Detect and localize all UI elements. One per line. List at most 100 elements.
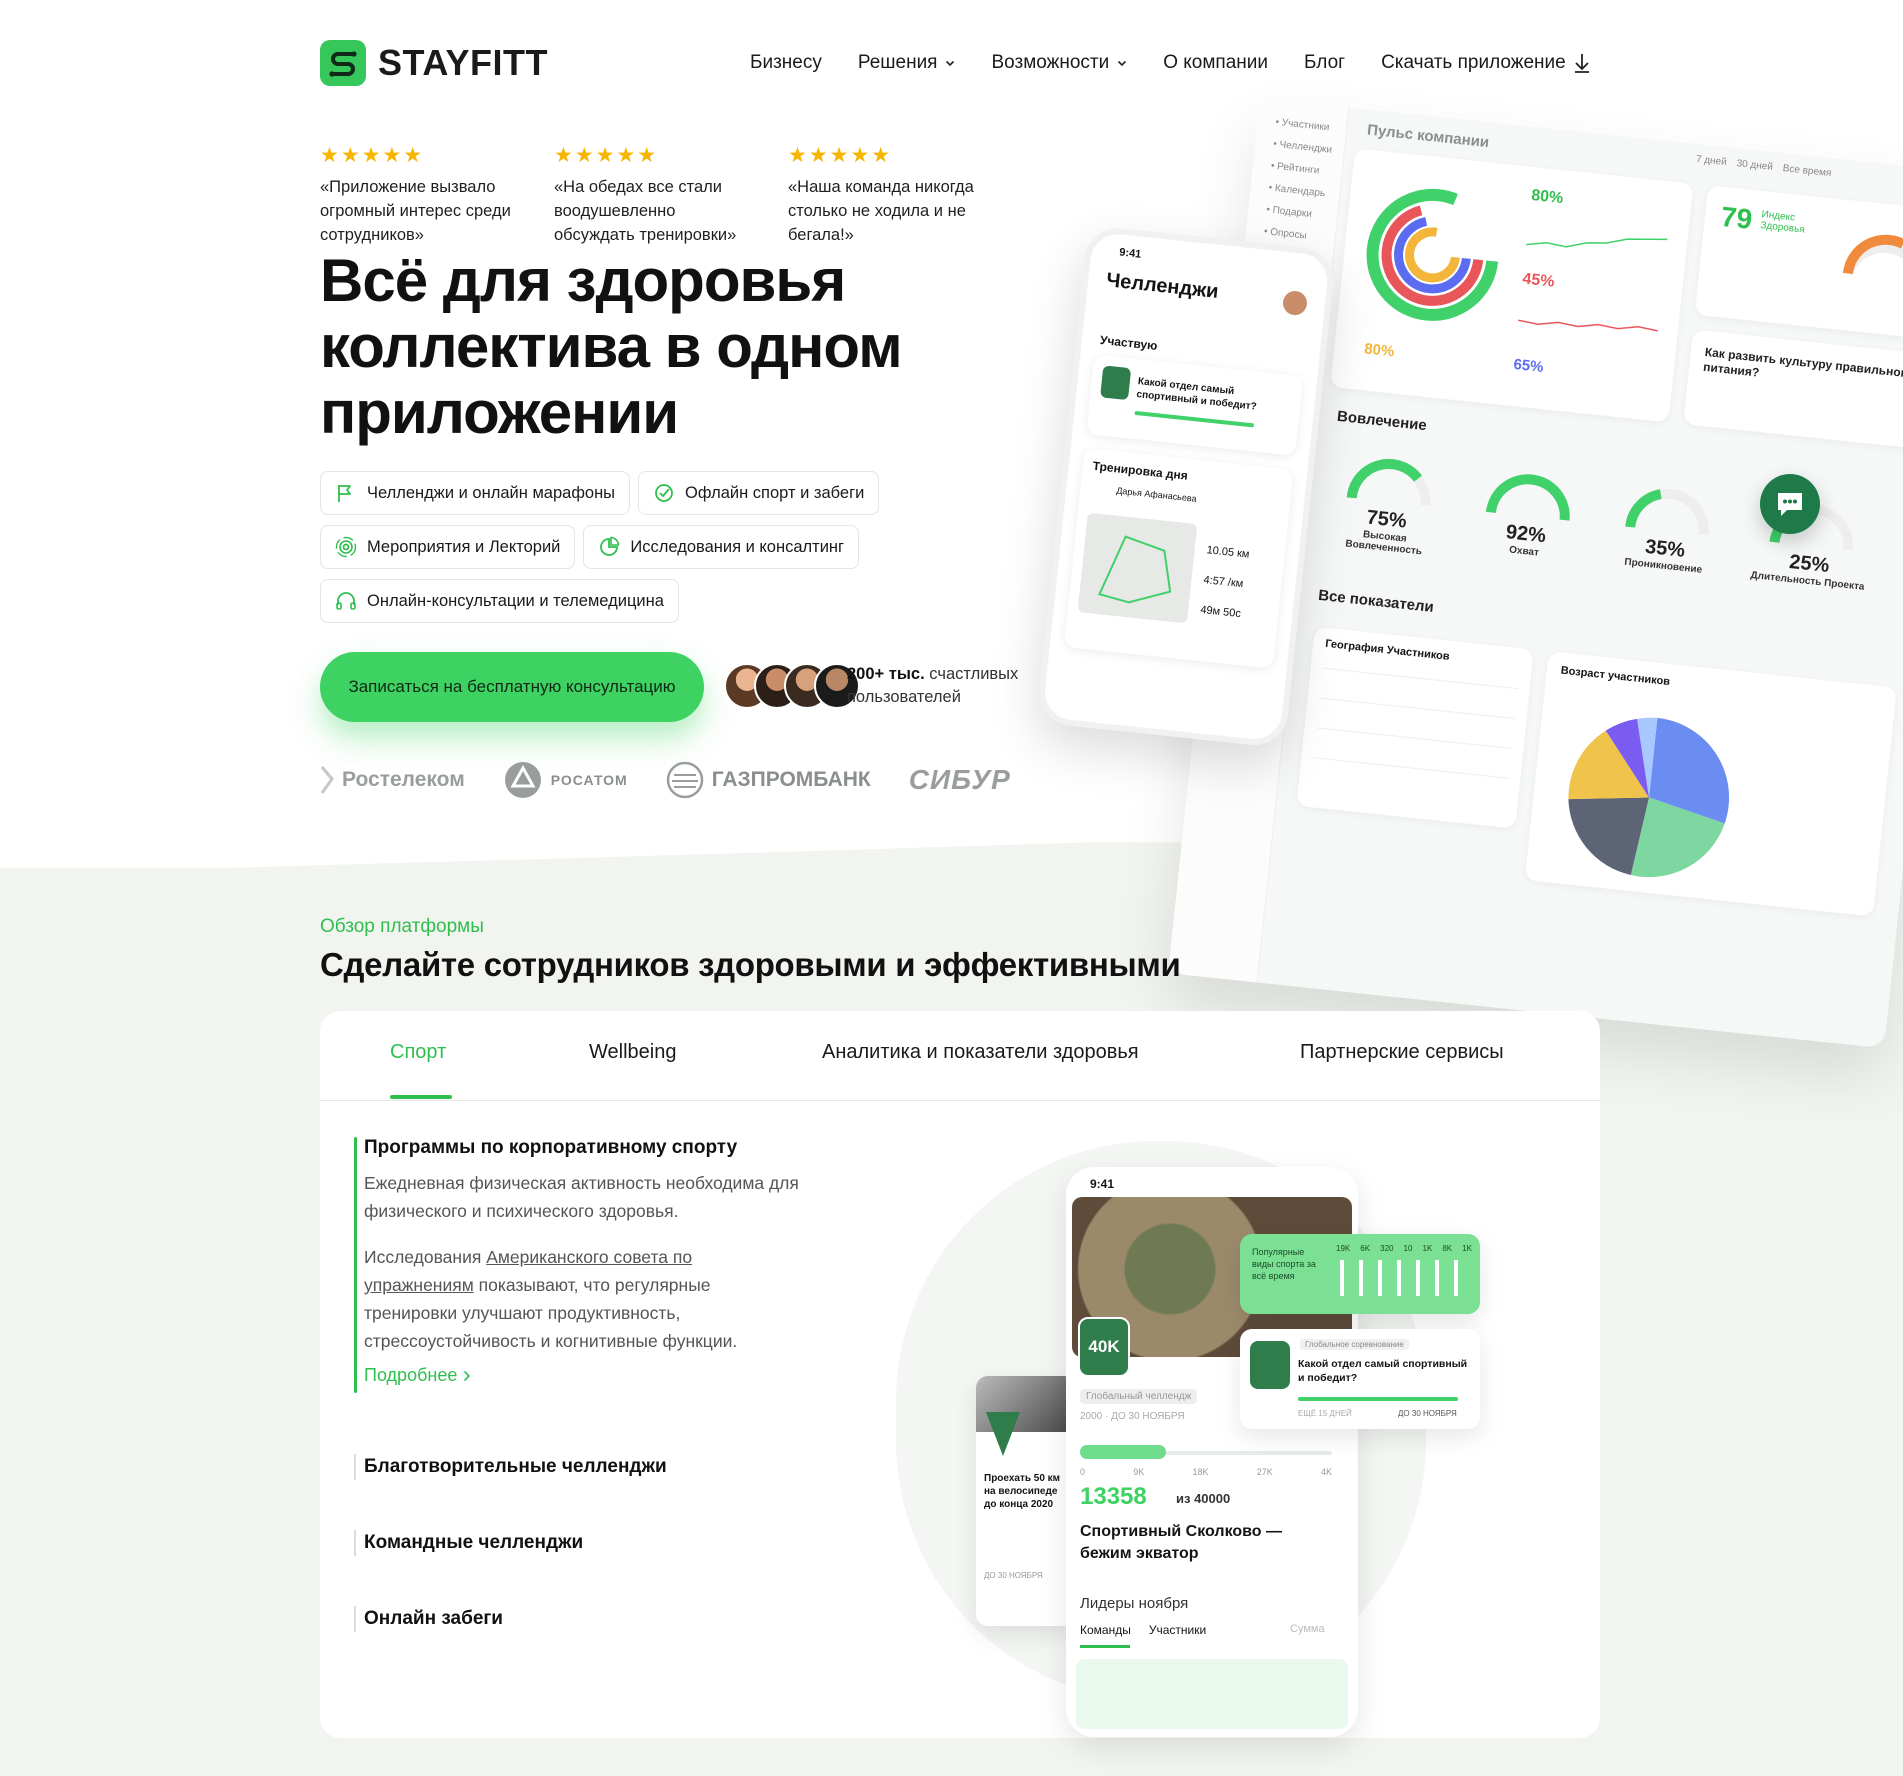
progress-fill	[1080, 1445, 1166, 1459]
activity-rings	[1366, 188, 1499, 321]
scale-tick: 0	[1080, 1467, 1086, 1477]
nav-label: Скачать приложение	[1381, 52, 1566, 73]
chevron-down-icon	[1118, 60, 1127, 67]
rosatom-mark-icon	[504, 762, 541, 798]
logo-mark-icon	[320, 40, 366, 86]
workout-card[interactable]: Тренировка дня Дарья Афанасьева 10.05 км…	[1064, 448, 1294, 669]
chevron-right-icon	[464, 1370, 471, 1381]
review-text: «Наша команда никогда столько не ходила …	[788, 178, 974, 244]
article-card[interactable]: Как развить культуру правильного питания…	[1683, 329, 1903, 450]
challenge-card[interactable]: Какой отдел самый спортивный и победит?	[1086, 354, 1303, 456]
partner-name: ГАЗПРОМБАНК	[711, 768, 871, 791]
chat-bubble-icon	[1778, 493, 1802, 516]
nav-item-solutions[interactable]: Решения	[858, 52, 956, 74]
competition-remaining: ЕЩЁ 15 ДНЕЙ	[1298, 1409, 1352, 1418]
challenge-goal: из 40000	[1176, 1491, 1231, 1506]
range-tab[interactable]: Все время	[1782, 163, 1832, 179]
competition-question: Какой отдел самый спортивный и победит?	[1298, 1358, 1468, 1384]
dashboard-range-tabs: 7 дней 30 дней Все время	[1695, 154, 1831, 179]
feature-chip[interactable]: Челленджи и онлайн марафоны	[320, 471, 631, 515]
nav-item-features[interactable]: Возможности	[991, 52, 1127, 74]
scale-tick: 27K	[1256, 1467, 1273, 1477]
workout-time: 49м 50с	[1199, 603, 1242, 621]
challenge-type: Глобальный челлендж	[1080, 1389, 1198, 1404]
event-title: Спортивный Сколково — бежим экватор	[1080, 1523, 1282, 1562]
workout-pace: 4:57 /км	[1202, 574, 1244, 591]
feature-label: Челленджи и онлайн марафоны	[367, 483, 616, 502]
tab-sport[interactable]: Спорт	[390, 1041, 446, 1064]
feature-chips: Челленджи и онлайн марафоны Офлайн спорт…	[320, 471, 940, 623]
health-index-value: 79	[1719, 200, 1754, 236]
workout-user: Дарья Афанасьева	[1115, 485, 1198, 504]
nav-item-download[interactable]: Скачать приложение	[1381, 52, 1590, 74]
range-tab[interactable]: 7 дней	[1695, 154, 1727, 168]
challenge-deadline: 2000 · ДО 30 НОЯБРЯ	[1080, 1411, 1185, 1422]
accordion-text: Ежедневная физическая активность необход…	[364, 1173, 799, 1221]
article-title: Как развить культуру правильного питания…	[1702, 344, 1903, 381]
partner-logos: Ростелеком РОСАТОМ ГАЗПРОМБАНК СИБУР	[320, 760, 1011, 800]
rating-stars: ★★★★★	[554, 144, 659, 167]
accordion-item[interactable]: Благотворительные челленджи	[354, 1454, 667, 1480]
accordion-item[interactable]: Онлайн забеги	[354, 1606, 503, 1632]
nav-label: Решения	[857, 52, 938, 73]
hero-title: Всё для здоровья коллектива в одном прил…	[320, 247, 903, 446]
leaders-tab[interactable]: Команды	[1080, 1623, 1131, 1637]
stat-value: 80%	[1530, 186, 1565, 208]
feature-chip[interactable]: Исследования и консалтинг	[583, 525, 860, 569]
popular-value: 19K	[1336, 1244, 1351, 1253]
leaders-tabs: Команды Участники	[1080, 1623, 1206, 1637]
download-icon	[1574, 54, 1589, 73]
tab-wellbeing[interactable]: Wellbeing	[589, 1041, 676, 1064]
challenge-value: 13358	[1080, 1483, 1147, 1510]
accordion-item[interactable]: Командные челленджи	[354, 1530, 583, 1556]
nav-item-blog[interactable]: Блог	[1304, 52, 1345, 74]
side-challenge-card: Проехать 50 км на велосипеде до конца 20…	[976, 1376, 1076, 1626]
partner-name: Ростелеком	[342, 768, 465, 791]
feature-chip[interactable]: Мероприятия и Лекторий	[320, 525, 576, 569]
avatar	[1281, 289, 1309, 317]
age-pie-chart	[1568, 717, 1730, 878]
geo-title: География Участников	[1324, 637, 1451, 663]
free-consultation-button[interactable]: Записаться на бесплатную консультацию	[320, 652, 704, 722]
popular-title: Популярные виды спорта за всё время	[1252, 1247, 1316, 1281]
review-card: ★★★★★ «Наша команда никогда столько не х…	[788, 145, 984, 247]
phone-section-label: Участвую	[1099, 332, 1159, 353]
popular-value: 320	[1380, 1244, 1394, 1253]
accordion-item-label: Благотворительные челленджи	[364, 1456, 667, 1477]
page: STAYFITT Бизнесу Решения Возможности О к…	[0, 0, 1903, 1776]
leaders-tab[interactable]: Участники	[1149, 1623, 1206, 1637]
partner-logo-rostelecom: Ростелеком	[320, 765, 465, 795]
feature-chip[interactable]: Онлайн-консультации и телемедицина	[320, 579, 679, 623]
nav-label: Блог	[1304, 52, 1346, 73]
review-text: «Приложение вызвало огромный интерес сре…	[320, 178, 511, 244]
users-count: 200+ тыс.	[847, 665, 925, 683]
nav-item-business[interactable]: Бизнесу	[750, 52, 822, 74]
popular-value: 1K	[1462, 1244, 1472, 1253]
users-label: счастливых	[929, 665, 1019, 683]
header: STAYFITT Бизнесу Решения Возможности О к…	[320, 38, 1600, 88]
chat-button[interactable]	[1760, 474, 1820, 534]
nav-item-about[interactable]: О компании	[1163, 52, 1268, 74]
tab-partner-services[interactable]: Партнерские сервисы	[1300, 1041, 1504, 1064]
review-card: ★★★★★ «Приложение вызвало огромный интер…	[320, 145, 516, 247]
sum-label: Сумма	[1290, 1623, 1325, 1635]
popular-value: 8K	[1442, 1244, 1453, 1253]
tab-analytics[interactable]: Аналитика и показатели здоровья	[822, 1041, 1139, 1064]
feature-chip[interactable]: Офлайн спорт и забеги	[638, 471, 880, 515]
scale-tick: 18K	[1192, 1467, 1209, 1477]
feature-label: Офлайн спорт и забеги	[685, 483, 865, 502]
logo[interactable]: STAYFITT	[320, 40, 548, 86]
competition-label: Глобальное соревнование	[1300, 1339, 1409, 1350]
more-link[interactable]: Подробнее	[364, 1365, 864, 1386]
accordion-title[interactable]: Программы по корпоративному спорту	[364, 1137, 864, 1159]
workout-distance: 10.05 км	[1206, 544, 1251, 561]
badge-icon	[1250, 1341, 1290, 1389]
sparkline	[1526, 238, 1668, 248]
gazprombank-mark-icon	[666, 761, 703, 799]
popular-value: 10	[1403, 1244, 1413, 1253]
partner-name: СИБУР	[908, 764, 1011, 795]
feature-label: Мероприятия и Лекторий	[367, 537, 561, 556]
pulse-card: 80% 45% 80% 65%	[1330, 148, 1694, 423]
rating-stars: ★★★★★	[788, 144, 893, 167]
range-tab[interactable]: 30 дней	[1736, 158, 1773, 173]
